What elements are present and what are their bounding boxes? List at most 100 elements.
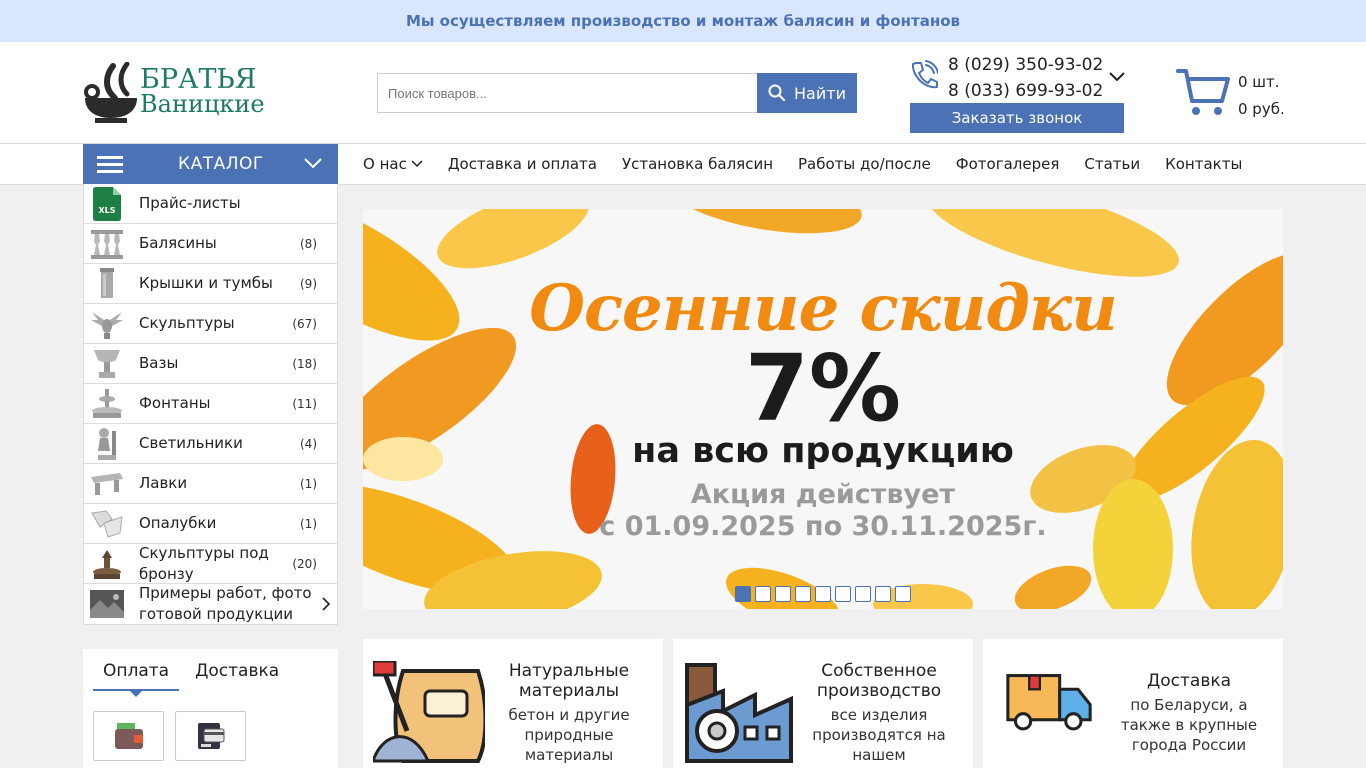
feature-delivery: Доставка по Беларуси, а также в крупные …	[983, 639, 1283, 768]
logo-emblem-icon	[84, 62, 137, 123]
sidebar-item-count: (8)	[300, 236, 317, 251]
works-photo-icon	[90, 590, 124, 618]
sidebar-item-label: Прайс-листы	[139, 194, 241, 212]
slider-dot-7[interactable]	[855, 586, 871, 602]
lamp-icon	[98, 428, 116, 460]
menu-item-gallery[interactable]: Фотогалерея	[956, 155, 1060, 173]
main-nav: КАТАЛОГ О нас Доставка и оплата Установк…	[0, 144, 1366, 185]
banner-promo-line1: Акция действует	[690, 479, 956, 510]
baluster-icon	[91, 230, 123, 259]
slider-dot-3[interactable]	[775, 586, 791, 602]
sidebar-item-formwork[interactable]: Опалубки (1)	[84, 504, 337, 544]
menu-item-contacts[interactable]: Контакты	[1165, 155, 1242, 173]
logo-text: БРАТЬЯ Ваницкие	[140, 66, 265, 116]
sidebar-item-benches[interactable]: Лавки (1)	[84, 464, 337, 504]
sidebar-item-count: (20)	[292, 556, 317, 571]
logo-line2: Ваницкие	[140, 90, 265, 118]
cart-widget[interactable]: 0 шт. 0 руб.	[1176, 67, 1306, 122]
feature-title: Доставка	[1146, 671, 1232, 691]
menu-item-articles[interactable]: Статьи	[1084, 155, 1140, 173]
feature-title: Натуральные материалы	[508, 661, 630, 701]
banner-subtitle: на всю продукцию	[632, 431, 1014, 471]
banner-discount: 7%	[744, 335, 902, 442]
menu-item-delivery-payment[interactable]: Доставка и оплата	[448, 155, 597, 173]
banner-promo-line2: с 01.09.2025 по 30.11.2025г.	[599, 511, 1047, 542]
site-logo[interactable]: БРАТЬЯ Ваницкие	[83, 62, 265, 124]
promo-banner[interactable]: Осенние скидки 7% на всю продукцию Акция…	[363, 209, 1283, 609]
xls-file-icon: XLS	[93, 187, 121, 221]
phone-number-1[interactable]: 8 (029) 350-93-02	[948, 52, 1103, 78]
menu-item-about[interactable]: О нас	[363, 155, 423, 173]
slider-dot-8[interactable]	[875, 586, 891, 602]
chevron-down-icon	[304, 158, 322, 169]
chevron-right-icon	[322, 597, 331, 611]
slider-dot-9[interactable]	[895, 586, 911, 602]
sidebar-item-sculptures[interactable]: Скульптуры (67)	[84, 304, 337, 344]
sidebar-item-works-photos[interactable]: Примеры работ, фото готовой продукции	[84, 584, 337, 624]
feature-title: Собственное производство	[816, 661, 942, 701]
phone-icon	[911, 60, 938, 89]
sculpture-icon	[91, 312, 123, 339]
feature-natural-materials: Натуральные материалы бетон и другие при…	[363, 639, 663, 768]
sidebar-item-fountains[interactable]: Фонтаны (11)	[84, 384, 337, 424]
cement-bag-icon	[373, 661, 485, 763]
menu-item-before-after[interactable]: Работы до/после	[798, 155, 931, 173]
search-button[interactable]: Найти	[757, 73, 857, 113]
sidebar-item-label: Лавки	[139, 474, 188, 492]
tab-delivery[interactable]: Доставка	[185, 659, 289, 691]
cart-count: 0 шт.	[1238, 73, 1280, 91]
feature-desc: по Беларуси, а также в крупные города Ро…	[1120, 696, 1258, 754]
catalog-button[interactable]: КАТАЛОГ	[83, 144, 338, 184]
sidebar-item-balusters[interactable]: Балясины (8)	[84, 224, 337, 264]
chevron-down-icon[interactable]	[1108, 70, 1126, 82]
feature-desc: все изделия производятся на нашем предпр…	[812, 706, 946, 768]
announcement-text: Мы осуществляем производство и монтаж ба…	[405, 12, 961, 30]
bronze-sculpture-icon	[93, 550, 121, 579]
slider-dot-5[interactable]	[815, 586, 831, 602]
cart-total: 0 руб.	[1238, 100, 1285, 118]
feature-desc: бетон и другие природные материалы	[508, 706, 630, 764]
search-input[interactable]	[377, 73, 757, 113]
search-icon	[768, 84, 786, 101]
sidebar-item-label: Балясины	[139, 234, 217, 252]
sidebar-item-price-lists[interactable]: XLS Прайс-листы	[84, 184, 337, 224]
catalog-sidebar: XLS Прайс-листы Балясины (8) Крышки и ту…	[83, 184, 338, 625]
catalog-label: КАТАЛОГ	[178, 154, 264, 174]
sidebar-item-count: (11)	[292, 396, 317, 411]
sidebar-item-vases[interactable]: Вазы (18)	[84, 344, 337, 384]
wallet-icon	[114, 723, 143, 749]
slider-dot-2[interactable]	[755, 586, 771, 602]
top-menu: О нас Доставка и оплата Установка баляси…	[363, 144, 1267, 184]
sidebar-item-count: (1)	[300, 476, 317, 491]
search-button-label: Найти	[794, 83, 846, 103]
cart-icon	[1176, 69, 1230, 115]
payment-method-card[interactable]	[175, 711, 246, 761]
announcement-bar: Мы осуществляем производство и монтаж ба…	[0, 0, 1366, 42]
sidebar-item-caps-pillars[interactable]: Крышки и тумбы (9)	[84, 264, 337, 304]
callback-button[interactable]: Заказать звонок	[910, 103, 1124, 133]
factory-icon	[685, 663, 793, 763]
tab-payment[interactable]: Оплата	[93, 659, 180, 697]
vase-icon	[94, 350, 120, 378]
pillar-icon	[100, 268, 114, 298]
slider-dot-6[interactable]	[835, 586, 851, 602]
search-form: Найти	[377, 73, 857, 113]
sidebar-item-lamps[interactable]: Светильники (4)	[84, 424, 337, 464]
svg-text:XLS: XLS	[98, 206, 115, 215]
sidebar-item-bronze-sculptures[interactable]: Скульптуры под бронзу (20)	[84, 544, 337, 584]
sidebar-item-count: (67)	[292, 316, 317, 331]
card-reader-icon	[197, 723, 224, 749]
payment-method-wallet[interactable]	[93, 711, 164, 761]
menu-item-installation[interactable]: Установка балясин	[622, 155, 773, 173]
bench-icon	[91, 473, 123, 495]
menu-item-label: О нас	[363, 155, 407, 173]
logo-line1: БРАТЬЯ	[140, 64, 257, 95]
phone-number-2[interactable]: 8 (033) 699-93-02	[948, 78, 1103, 104]
feature-own-production: Собственное производство все изделия про…	[673, 639, 973, 768]
sidebar-item-label: Крышки и тумбы	[139, 274, 273, 292]
slider-dot-4[interactable]	[795, 586, 811, 602]
slider-dot-1[interactable]	[735, 586, 751, 602]
menu-burger-icon	[97, 156, 123, 173]
formwork-icon	[91, 510, 123, 538]
fountain-icon	[92, 389, 122, 418]
